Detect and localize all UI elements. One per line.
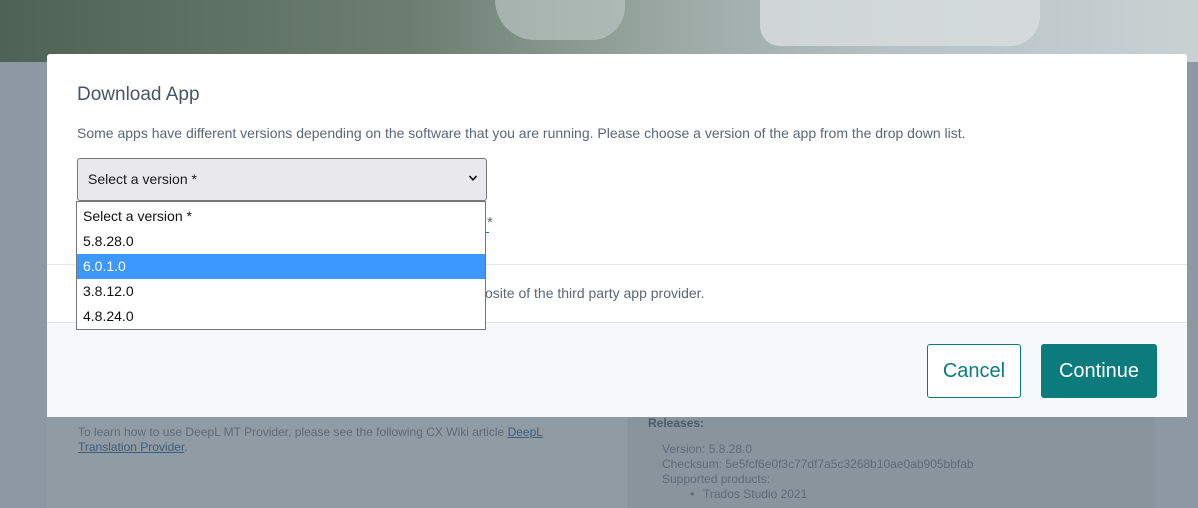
hero-decoration xyxy=(495,0,625,40)
supported-products-label: Supported products: xyxy=(662,472,771,486)
article-link[interactable]: DeepL xyxy=(508,425,543,439)
releases-title: Releases: xyxy=(648,416,705,430)
article-paragraph: To learn how to use DeepL MT Provider, p… xyxy=(78,425,598,455)
required-asterisk: * xyxy=(487,214,493,231)
modal-footer: Cancel Continue xyxy=(47,322,1187,417)
modal-description: Some apps have different versions depend… xyxy=(77,125,966,141)
version-option[interactable]: 3.8.12.0 xyxy=(77,279,485,304)
supported-product: Trados Studio 2021 xyxy=(703,487,808,501)
article-link-continued[interactable]: Translation Provider xyxy=(78,440,184,454)
version-option[interactable]: 4.8.24.0 xyxy=(77,304,485,329)
chevron-down-icon xyxy=(468,175,478,181)
article-end-punctuation: . xyxy=(184,440,188,454)
version-option[interactable]: 5.8.28.0 xyxy=(77,229,485,254)
version-select[interactable]: Select a version * xyxy=(77,158,487,201)
supported-product-bullet: • xyxy=(690,487,695,501)
article-text: To learn how to use DeepL MT Provider, p… xyxy=(78,425,505,439)
download-app-modal: Download App Some apps have different ve… xyxy=(47,54,1187,417)
modal-title: Download App xyxy=(77,84,200,105)
release-checksum: Checksum: 5e5fcf6e0f3c77df7a5c3268b10ae0… xyxy=(662,457,974,471)
description-card xyxy=(47,408,627,508)
cancel-button[interactable]: Cancel xyxy=(927,344,1021,398)
version-option[interactable]: Select a version * xyxy=(77,204,485,229)
hero-decoration xyxy=(760,0,1040,46)
hero-banner-image xyxy=(0,0,1198,62)
continue-button[interactable]: Continue xyxy=(1041,344,1157,398)
version-dropdown-list: Select a version * 5.8.28.0 6.0.1.0 3.8.… xyxy=(76,201,486,330)
release-version: Version: 5.8.28.0 xyxy=(662,442,753,456)
version-option-highlighted[interactable]: 6.0.1.0 xyxy=(77,254,485,279)
version-select-value: Select a version * xyxy=(88,171,197,187)
third-party-notice: osite of the third party app provider. xyxy=(485,285,705,301)
